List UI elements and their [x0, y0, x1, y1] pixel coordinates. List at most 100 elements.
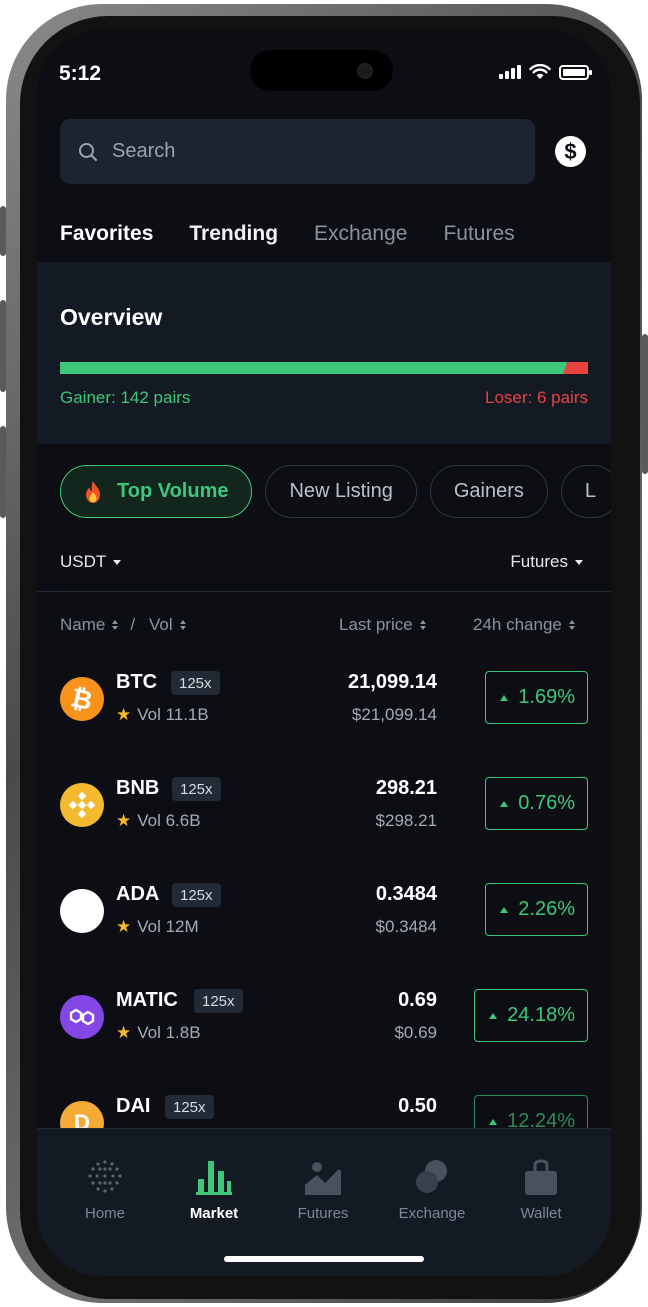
star-icon[interactable]: ★ [116, 1023, 131, 1043]
status-time: 5:12 [59, 62, 102, 85]
quote-currency-value: USDT [60, 552, 107, 571]
chip-gainers[interactable]: Gainers [429, 465, 548, 518]
arrow-up-icon [489, 1012, 498, 1019]
search-input[interactable] [112, 140, 492, 163]
sort-icon [419, 620, 426, 630]
last-price: 0.3484 [375, 883, 437, 905]
nav-label: Futures [297, 1205, 349, 1222]
exchange-circles-icon [412, 1157, 452, 1195]
column-header-name[interactable]: Name / [60, 615, 135, 635]
gainer-loser-bar [60, 362, 588, 374]
coin-symbol: BNB [116, 777, 160, 799]
arrow-up-icon [489, 1118, 498, 1125]
column-header-24h-change[interactable]: 24h change [473, 615, 575, 635]
sort-icon [179, 620, 186, 630]
last-price-usd: $0.69 [394, 1023, 437, 1042]
change-value: 2.26% [518, 898, 575, 920]
nav-market[interactable]: Market [164, 1157, 264, 1222]
dynamic-island [250, 50, 393, 91]
change-value: 1.69% [518, 686, 575, 708]
star-icon[interactable]: ★ [116, 811, 131, 831]
last-price: 298.21 [375, 777, 437, 799]
chip-top-volume[interactable]: Top Volume [60, 465, 253, 518]
screen: 5:12 $ Favorites Trending Exchange Futur… [37, 30, 611, 1276]
leverage-badge: 125x [172, 777, 221, 801]
coin-volume: ★ Vol 11.1B [116, 705, 209, 725]
tab-trending[interactable]: Trending [189, 222, 278, 246]
change-badge[interactable]: 2.26% [485, 883, 588, 936]
coin-symbol: BTC [116, 671, 158, 693]
change-badge[interactable]: 0.76% [485, 777, 588, 830]
column-header-last-price[interactable]: Last price [339, 615, 426, 635]
overview-panel: Overview Gainer: 142 pairs Loser: 6 pair… [37, 262, 611, 444]
arrow-up-icon [500, 906, 509, 913]
market-tabs: Favorites Trending Exchange Futures [60, 222, 515, 246]
arrow-up-icon [500, 694, 509, 701]
coin-symbol: MATIC [116, 989, 178, 1011]
nav-label: Home [84, 1205, 125, 1222]
last-price-usd: $21,099.14 [351, 705, 437, 724]
polygon-logo-icon [69, 1008, 95, 1026]
sort-icon [568, 620, 575, 630]
sort-icon [112, 620, 119, 630]
tab-favorites[interactable]: Favorites [60, 222, 153, 246]
nav-label: Wallet [520, 1205, 562, 1222]
coin-row-ada[interactable]: ADA 125x ★ Vol 12M 0.3484 $0.3484 2.26% [37, 861, 611, 967]
bnb-icon [60, 783, 104, 827]
bottom-nav: Home Market Futures Exchange Wallet [37, 1128, 611, 1276]
coin-volume: ★ Vol 1.8B [116, 1023, 201, 1043]
currency-dollar-icon[interactable]: $ [555, 136, 586, 167]
battery-icon [559, 64, 592, 80]
coin-row-btc[interactable]: ₿ BTC 125x ★ Vol 11.1B 21,099.14 $21,099.… [37, 649, 611, 755]
market-type-dropdown[interactable]: Futures [510, 552, 583, 572]
chip-new-listing[interactable]: New Listing [265, 465, 417, 518]
volume-down-button [0, 426, 6, 518]
column-header-vol[interactable]: Vol [149, 615, 186, 635]
leverage-badge: 125x [194, 989, 243, 1013]
star-icon[interactable]: ★ [116, 917, 131, 937]
fire-icon [86, 480, 100, 503]
gainer-bar [60, 362, 567, 374]
coin-row-matic[interactable]: MATIC 125x ★ Vol 1.8B 0.69 $0.69 24.18% [37, 967, 611, 1073]
bar-chart-icon [194, 1157, 234, 1195]
caret-down-icon [113, 560, 122, 566]
nav-wallet[interactable]: Wallet [491, 1157, 591, 1222]
nav-futures[interactable]: Futures [273, 1157, 373, 1222]
tab-futures[interactable]: Futures [443, 222, 514, 246]
change-badge[interactable]: 24.18% [474, 989, 588, 1042]
column-change-label: 24h change [473, 615, 562, 634]
mountain-chart-icon [303, 1157, 343, 1195]
gainer-label: Gainer: 142 pairs [60, 388, 191, 407]
change-value: 0.76% [518, 792, 575, 814]
change-value: 24.18% [507, 1004, 575, 1026]
tab-exchange[interactable]: Exchange [314, 222, 407, 246]
cardano-icon [60, 889, 104, 933]
last-price: 21,099.14 [348, 671, 437, 693]
last-price: 0.69 [398, 989, 437, 1011]
change-badge[interactable]: 1.69% [485, 671, 588, 724]
coin-symbol: ADA [116, 883, 160, 905]
coin-volume-text: Vol 12M [137, 917, 199, 936]
chip-losers[interactable]: L [560, 465, 611, 518]
caret-down-icon [575, 560, 583, 566]
wifi-icon [529, 64, 551, 79]
coin-symbol: DAI [116, 1095, 151, 1117]
search-bar[interactable] [60, 119, 535, 184]
dots-globe-icon [85, 1157, 125, 1195]
filter-chips: Top Volume New Listing Gainers L [60, 465, 611, 518]
star-icon[interactable]: ★ [116, 705, 131, 725]
home-indicator[interactable] [224, 1256, 424, 1262]
coin-row-bnb[interactable]: BNB 125x ★ Vol 6.6B 298.21 $298.21 0.76% [37, 755, 611, 861]
bitcoin-icon: ₿ [60, 677, 104, 721]
volume-up-button [0, 300, 6, 392]
nav-home[interactable]: Home [55, 1157, 155, 1222]
coin-volume: ★ Vol 6.6B [116, 811, 201, 831]
nav-exchange[interactable]: Exchange [382, 1157, 482, 1222]
action-button [0, 206, 6, 256]
column-vol-label: Vol [149, 615, 173, 634]
nav-label: Market [189, 1205, 239, 1222]
bnb-logo-icon [68, 791, 96, 819]
column-separator: / [130, 615, 136, 634]
quote-currency-dropdown[interactable]: USDT [60, 552, 122, 572]
power-button [642, 334, 648, 474]
